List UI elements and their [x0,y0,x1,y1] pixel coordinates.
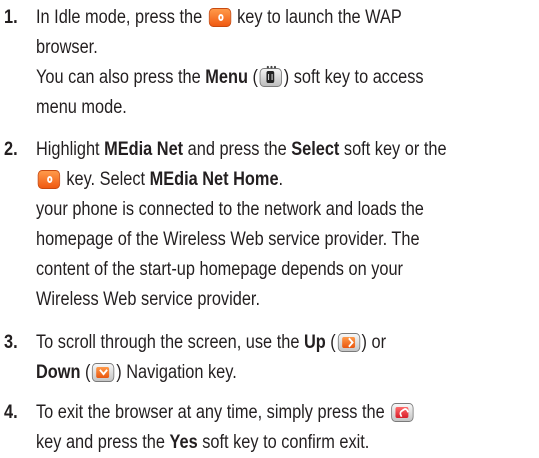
step-number: 1. [4,7,18,28]
text-run: ) or [361,332,387,353]
step-text: In Idle mode, press the key to launch th… [36,3,466,123]
text-run: ) soft key to access [283,67,424,88]
text-line: key and press the Yes soft key to confir… [36,428,466,458]
text-run: key. Select [61,169,150,190]
text-run: ) Navigation key. [116,362,237,383]
bold-term: Select [291,139,340,160]
text-run: soft key or the [339,139,447,160]
text-line: Down ( ) Navigation key. [36,358,466,388]
step-number: 3. [4,332,18,353]
text-line: menu mode. [36,93,466,123]
text-run: ( [247,67,258,88]
text-line: your phone is connected to the network a… [36,195,466,225]
text-run: content of the start-up homepage depends… [36,259,404,280]
text-run: key to launch the WAP [232,7,402,28]
text-line: Wireless Web service provider. [36,285,466,315]
step-text: To exit the browser at any time, simply … [36,398,466,458]
orange-send-key-icon [208,8,231,27]
text-run: Wireless Web service provider. [36,289,260,310]
bold-term: MEdia Net Home [149,169,279,190]
step-number: 4. [4,402,18,423]
text-line: To scroll through the screen, use the Up… [36,328,466,358]
text-line: browser. [36,33,466,63]
bold-term: Down [36,362,81,383]
text-run: and press the [183,139,292,160]
bold-term: MEdia Net [104,139,184,160]
text-run: browser. [36,37,98,58]
text-line: homepage of the Wireless Web service pro… [36,225,466,255]
step-text: Highlight MEdia Net and press the Select… [36,135,466,315]
bold-term: Menu [205,67,248,88]
step-text: To scroll through the screen, use the Up… [36,328,466,388]
text-run: To scroll through the screen, use the [36,332,304,353]
text-run: soft key to confirm exit. [197,432,370,453]
instruction-list: 1. In Idle mode, press the key to launch… [0,0,539,457]
step-number: 2. [4,139,18,160]
text-run: . [278,169,284,190]
bold-term: Yes [169,432,198,453]
text-run: your phone is connected to the network a… [36,199,424,220]
end-key-icon [390,403,414,422]
navigation-down-key-icon [92,363,115,382]
text-run: In Idle mode, press the [36,7,207,28]
text-run: ( [80,362,91,383]
text-line: content of the start-up homepage depends… [36,255,466,285]
text-run: homepage of the Wireless Web service pro… [36,229,420,250]
text-line: key. Select MEdia Net Home. [36,165,466,195]
text-run: You can also press the [36,67,206,88]
text-line: You can also press the Menu (•••) soft k… [36,63,466,93]
text-run: key and press the [36,432,170,453]
text-run: To exit the browser at any time, simply … [36,402,390,423]
text-line: Highlight MEdia Net and press the Select… [36,135,466,165]
navigation-up-key-icon [337,333,360,352]
text-line: In Idle mode, press the key to launch th… [36,3,466,33]
text-run: ( [325,332,336,353]
text-run: menu mode. [36,97,127,118]
text-line: To exit the browser at any time, simply … [36,398,466,428]
bold-term: Up [303,332,326,353]
menu-soft-key-icon: ••• [259,63,283,87]
orange-send-key-icon [37,170,61,189]
text-run: Highlight [36,139,105,160]
